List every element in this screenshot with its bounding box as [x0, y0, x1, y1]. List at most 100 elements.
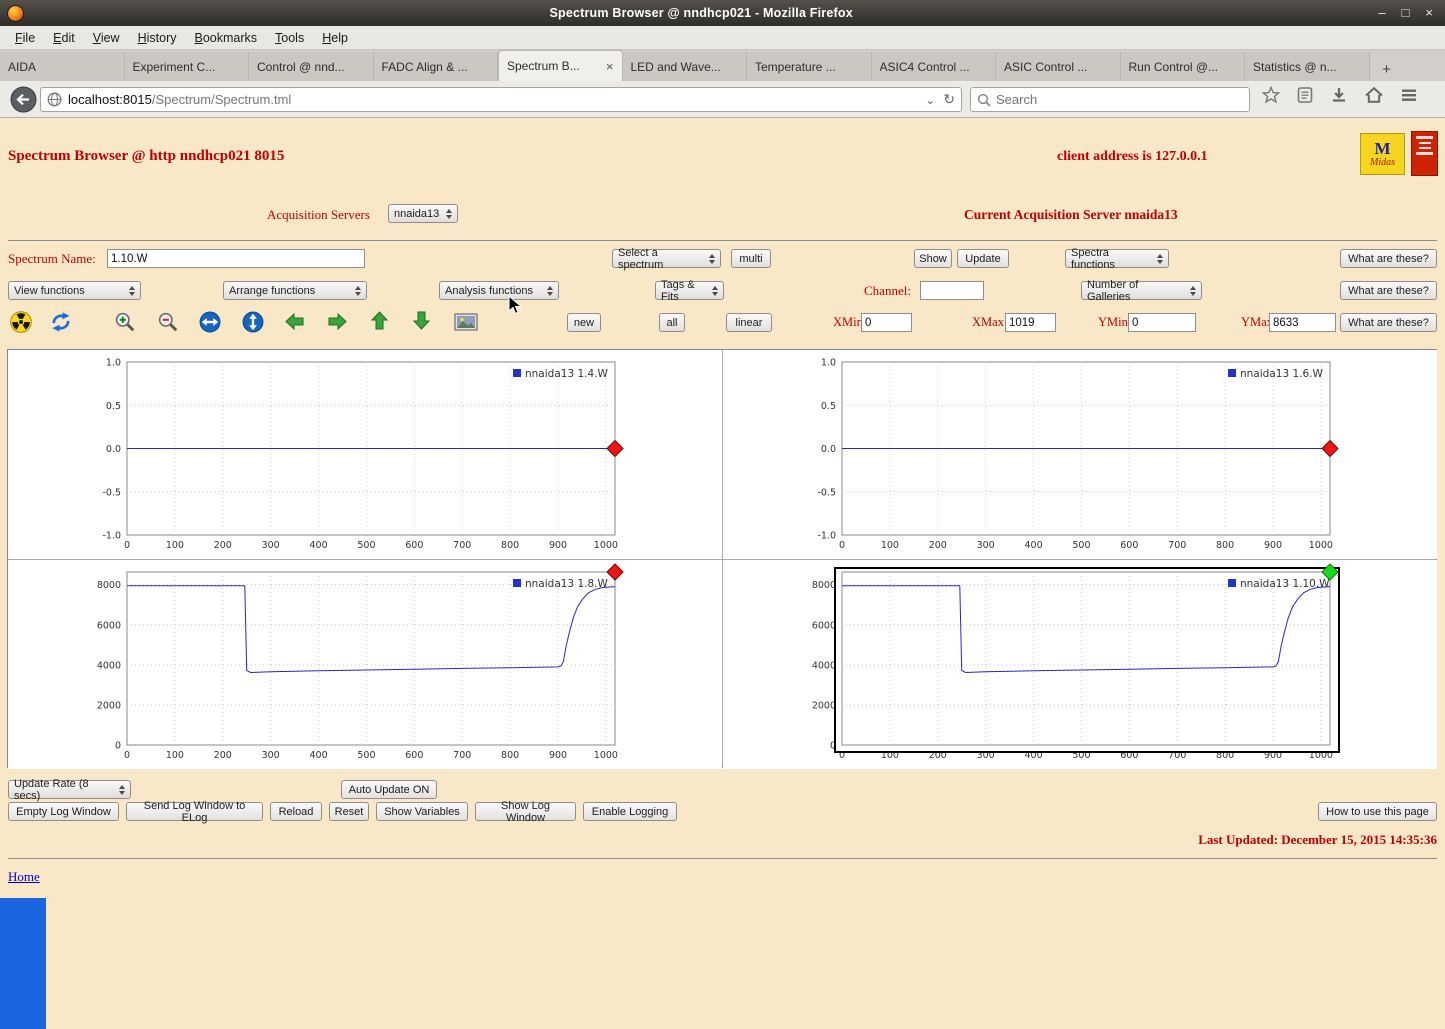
svg-text:100: 100	[881, 540, 899, 551]
maximize-icon[interactable]: □	[1402, 0, 1410, 26]
tab-experiment[interactable]: Experiment C...	[124, 52, 249, 81]
menu-view[interactable]: View	[84, 28, 129, 48]
analysis-functions-select[interactable]: Analysis functions	[439, 281, 559, 300]
downloads-icon[interactable]	[1330, 86, 1348, 109]
red-logo	[1411, 131, 1438, 176]
spectrum-plot-nnaida13-1-6-W[interactable]: 0 100 200 300 400 500 600 700 800 900 1000 -1.0 -0.5…	[723, 350, 1437, 559]
tab-control[interactable]: Control @ nnd...	[249, 52, 374, 81]
spectrum-plot-nnaida13-1-8-W[interactable]: 0 100 200 300 400 500 600 700 800 900 1000 0 2000 400…	[8, 560, 722, 769]
what-are-these-button-1[interactable]: What are these?	[1340, 249, 1437, 268]
select-caret-icon	[1190, 285, 1196, 296]
svg-text:800: 800	[501, 540, 519, 551]
number-of-galleries-select[interactable]: Number of Galleries	[1081, 279, 1202, 303]
select-caret-icon	[1157, 253, 1163, 264]
radiation-icon[interactable]	[10, 311, 32, 333]
tab-led-wave[interactable]: LED and Wave...	[622, 52, 747, 81]
expand-vertical-icon[interactable]	[242, 311, 264, 333]
svg-text:0.5: 0.5	[821, 401, 836, 412]
view-functions-select[interactable]: View functions	[8, 281, 141, 300]
menu-history[interactable]: History	[129, 28, 186, 48]
bookmark-star-icon[interactable]	[1261, 85, 1281, 109]
menu-bookmarks[interactable]: Bookmarks	[186, 28, 267, 48]
arrange-functions-select[interactable]: Arrange functions	[223, 281, 367, 300]
how-to-use-button[interactable]: How to use this page	[1318, 802, 1437, 821]
search-input[interactable]	[996, 92, 1243, 107]
tags-fits-select[interactable]: Tags & Fits	[655, 279, 724, 303]
what-are-these-button-2[interactable]: What are these?	[1340, 281, 1437, 300]
tab-spectrum-browser[interactable]: Spectrum B... ×	[498, 50, 623, 81]
xmax-input[interactable]	[1005, 313, 1056, 332]
zoom-out-icon[interactable]	[157, 311, 179, 333]
url-dropdown-icon[interactable]: ⌄	[925, 93, 935, 107]
minimize-icon[interactable]: –	[1378, 0, 1385, 26]
multi-button[interactable]: multi	[731, 249, 771, 268]
menu-help[interactable]: Help	[313, 28, 357, 48]
new-button[interactable]: new	[567, 313, 601, 332]
show-variables-button[interactable]: Show Variables	[376, 802, 468, 821]
menu-file[interactable]: File	[6, 28, 44, 48]
arrow-left-icon[interactable]	[284, 312, 305, 331]
arrow-up-icon[interactable]	[370, 310, 389, 331]
acquisition-server-select[interactable]: nnaida13	[388, 204, 458, 223]
linear-button[interactable]: linear	[726, 313, 772, 332]
menu-tools[interactable]: Tools	[266, 28, 313, 48]
select-spectrum-select[interactable]: Select a spectrum	[612, 247, 721, 271]
menu-edit[interactable]: Edit	[44, 28, 84, 48]
tab-statistics[interactable]: Statistics @ n...	[1245, 52, 1370, 81]
spectrum-name-input[interactable]	[107, 249, 365, 268]
show-button[interactable]: Show	[914, 249, 952, 268]
show-log-window-button[interactable]: Show Log Window	[475, 800, 576, 824]
svg-text:2000: 2000	[812, 700, 836, 711]
search-icon	[977, 93, 991, 107]
bookmarks-menu-icon[interactable]	[1296, 86, 1314, 109]
update-button[interactable]: Update	[957, 249, 1009, 268]
new-tab-icon[interactable]: +	[1374, 57, 1400, 81]
svg-text:600: 600	[405, 540, 423, 551]
tab-asic4-control[interactable]: ASIC4 Control ...	[871, 52, 996, 81]
menu-hamburger-icon[interactable]	[1400, 87, 1418, 108]
expand-horizontal-icon[interactable]	[199, 311, 221, 333]
spectrum-plot-nnaida13-1-10-W[interactable]: 0 100 200 300 400 500 600 700 800 900 1000 0 2000 400…	[723, 560, 1437, 769]
svg-text:300: 300	[262, 750, 280, 761]
reload-icon[interactable]: ↻	[943, 91, 955, 108]
back-icon[interactable]	[10, 86, 37, 118]
enable-logging-button[interactable]: Enable Logging	[583, 802, 677, 821]
site-identity-icon[interactable]	[47, 92, 62, 107]
close-icon[interactable]: ×	[1425, 0, 1433, 26]
arrow-down-icon[interactable]	[412, 310, 431, 331]
search-bar[interactable]	[970, 87, 1250, 112]
send-log-window-to-elog-button[interactable]: Send Log Window to ELog	[126, 800, 263, 824]
zoom-in-icon[interactable]	[114, 311, 136, 333]
tab-fadc-align[interactable]: FADC Align & ...	[373, 52, 498, 81]
xmin-input[interactable]	[861, 313, 912, 332]
what-are-these-button-3[interactable]: What are these?	[1340, 313, 1437, 332]
spectrum-plot-nnaida13-1-4-W[interactable]: 0 100 200 300 400 500 600 700 800 900 1000 -1.0 -0.5…	[8, 350, 722, 559]
tab-asic-control[interactable]: ASIC Control ...	[996, 52, 1121, 81]
tab-run-control[interactable]: Run Control @...	[1120, 52, 1245, 81]
home-icon[interactable]	[1364, 86, 1384, 109]
home-link[interactable]: Home	[8, 869, 40, 885]
tab-bar: AIDA Experiment C... Control @ nnd... FA…	[0, 50, 1445, 81]
reload-button[interactable]: Reload	[270, 802, 322, 821]
svg-text:0: 0	[124, 540, 130, 551]
mouse-cursor	[508, 294, 523, 320]
refresh-icon[interactable]	[50, 311, 72, 333]
tab-aida[interactable]: AIDA	[0, 52, 125, 81]
ymax-input[interactable]	[1269, 313, 1336, 332]
svg-text:700: 700	[1168, 540, 1186, 551]
spectra-functions-select[interactable]: Spectra functions	[1065, 247, 1169, 271]
arrow-right-icon[interactable]	[327, 312, 348, 331]
channel-input[interactable]	[920, 281, 984, 300]
empty-log-window-button[interactable]: Empty Log Window	[8, 802, 119, 821]
url-bar[interactable]: localhost:8015/Spectrum/Spectrum.tml ⌄ ↻	[40, 87, 962, 112]
svg-text:8000: 8000	[812, 580, 836, 591]
reset-button[interactable]: Reset	[329, 802, 369, 821]
snapshot-icon[interactable]	[454, 313, 478, 331]
ymin-input[interactable]	[1128, 313, 1196, 332]
auto-update-button[interactable]: Auto Update ON	[341, 780, 437, 799]
svg-text:-0.5: -0.5	[102, 487, 121, 498]
update-rate-select[interactable]: Update Rate (8 secs)	[8, 778, 131, 802]
tab-close-icon[interactable]: ×	[606, 59, 614, 74]
tab-temperature[interactable]: Temperature ...	[747, 52, 872, 81]
all-button[interactable]: all	[659, 313, 685, 332]
